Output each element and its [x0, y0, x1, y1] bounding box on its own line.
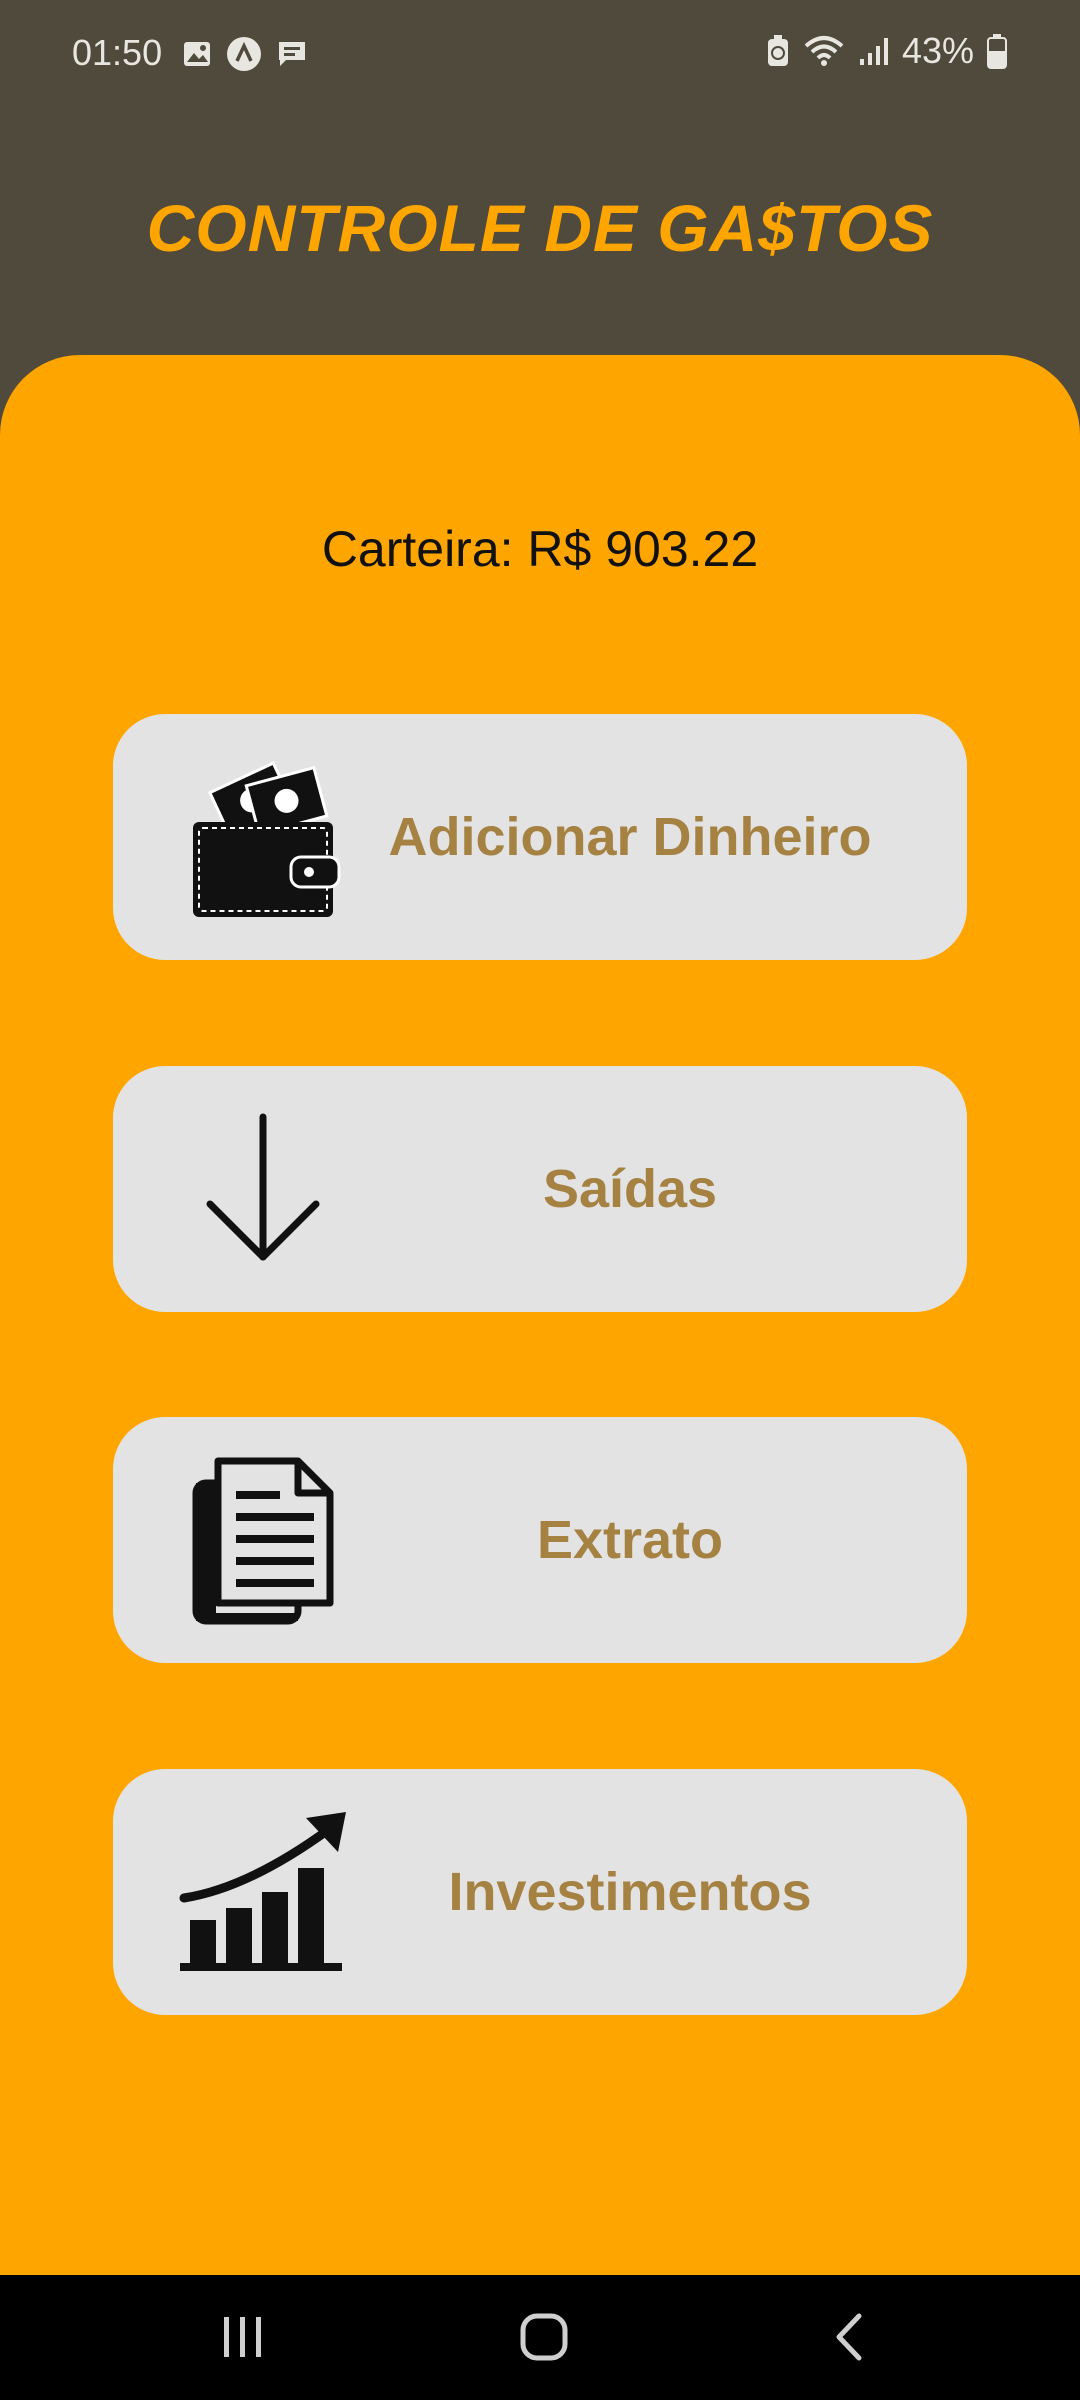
app-icon [226, 36, 262, 72]
app-title: CONTROLE DE GA$TOS [146, 191, 934, 265]
image-icon [182, 39, 212, 69]
signal-icon [858, 35, 890, 67]
back-icon[interactable] [808, 2307, 888, 2367]
wallet-balance: Carteira: R$ 903.22 [321, 521, 759, 577]
battery-percentage: 43% [901, 30, 974, 71]
recent-apps-icon[interactable] [203, 2307, 283, 2367]
status-time: 01:50 [72, 32, 163, 73]
investments-label: Investimentos [448, 1862, 812, 1922]
status-right-icons: 43% [766, 30, 1008, 72]
expenses-button[interactable]: Saídas [113, 1066, 967, 1312]
statement-label: Extrato [536, 1510, 724, 1570]
investments-button[interactable]: Investimentos [113, 1769, 967, 2015]
status-bar: 01:50 43% [0, 0, 1080, 110]
statement-button[interactable]: Extrato [113, 1417, 967, 1663]
wifi-icon [802, 34, 846, 68]
expenses-label: Saídas [542, 1159, 718, 1219]
home-icon[interactable] [504, 2307, 584, 2367]
battery-icon [986, 33, 1008, 69]
navigation-bar [0, 2275, 1080, 2400]
status-left-icons [182, 36, 308, 72]
add-money-button[interactable]: Adicionar Dinheiro [113, 714, 967, 960]
battery-saver-icon [766, 34, 790, 68]
message-icon [276, 38, 308, 70]
add-money-label: Adicionar Dinheiro [388, 807, 872, 867]
